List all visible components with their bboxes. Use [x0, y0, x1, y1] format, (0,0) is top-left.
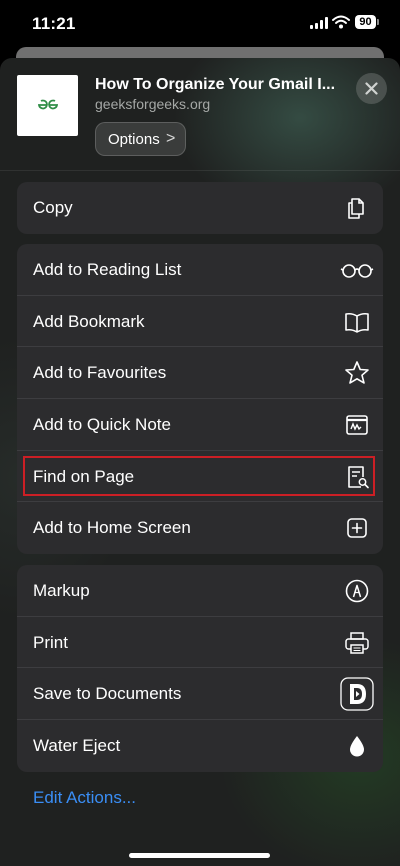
home-indicator[interactable]: [129, 853, 270, 858]
action-print[interactable]: Print: [17, 617, 383, 669]
highlight-box-find-on-page: [23, 456, 375, 496]
action-label: Add to Favourites: [33, 363, 167, 383]
wifi-icon: [332, 15, 350, 29]
action-water-eject[interactable]: Water Eject: [17, 720, 383, 772]
battery-icon: [377, 19, 379, 25]
action-add-to-quick-note[interactable]: Add to Quick Note: [17, 399, 383, 451]
close-button[interactable]: [356, 73, 387, 104]
action-add-to-reading-list[interactable]: Add to Reading List: [17, 244, 383, 296]
action-group-copy: Copy: [17, 182, 383, 234]
header-divider: [0, 170, 400, 171]
action-label: Add to Home Screen: [33, 518, 191, 538]
book-icon: [345, 312, 369, 333]
chevron-right-icon: >: [166, 130, 176, 147]
edit-actions-link[interactable]: Edit Actions...: [33, 788, 136, 808]
action-label: Print: [33, 632, 68, 652]
geeksforgeeks-logo-icon: [37, 99, 59, 110]
site-thumbnail: [17, 75, 78, 136]
page-domain: geeksforgeeks.org: [95, 96, 211, 112]
action-group-page: Add to Reading List Add Bookmark Add to …: [17, 244, 383, 555]
action-label: Markup: [33, 581, 90, 600]
action-label: Save to Documents: [33, 684, 182, 704]
status-bar: 11:21 90: [0, 0, 400, 50]
action-label: Water Eject: [33, 736, 121, 756]
action-markup[interactable]: Markup: [17, 565, 383, 617]
action-add-bookmark[interactable]: Add Bookmark: [17, 296, 383, 348]
page-title: How To Organize Your Gmail I...: [95, 76, 336, 93]
cellular-signal-icon: [310, 17, 330, 29]
water-drop-icon: [350, 736, 364, 757]
action-label: Add Bookmark: [33, 311, 145, 331]
copy-icon: [348, 198, 364, 219]
documents-app-icon: [340, 677, 374, 712]
action-save-to-documents[interactable]: Save to Documents: [17, 668, 383, 721]
action-add-to-home-screen[interactable]: Add to Home Screen: [17, 502, 383, 554]
action-label: Add to Quick Note: [33, 415, 171, 435]
action-label: Copy: [33, 198, 73, 217]
action-copy[interactable]: Copy: [17, 182, 383, 234]
action-group-apps: Markup Print Save to Documents Water Eje…: [17, 565, 383, 772]
options-label: Options: [108, 131, 160, 148]
printer-icon: [345, 631, 369, 654]
quick-note-icon: [346, 415, 368, 435]
glasses-icon: [340, 264, 374, 278]
options-button[interactable]: Options >: [95, 122, 186, 156]
action-label: Add to Reading List: [33, 260, 182, 279]
star-icon: [345, 361, 369, 385]
markup-pen-icon: [345, 579, 369, 603]
status-time: 11:21: [32, 14, 76, 33]
close-icon: [365, 82, 378, 95]
action-add-to-favourites[interactable]: Add to Favourites: [17, 347, 383, 400]
plus-square-icon: [347, 518, 367, 539]
battery-level: 90: [355, 15, 376, 29]
